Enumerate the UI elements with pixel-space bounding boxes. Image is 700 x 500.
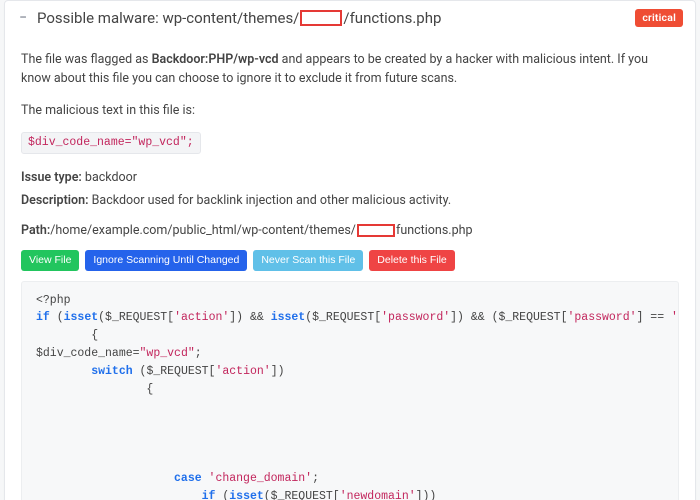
description-row: Description: Backdoor used for backlink … (21, 191, 679, 210)
ignore-button[interactable]: Ignore Scanning Until Changed (85, 250, 247, 271)
title-prefix: Possible malware: wp-content/themes/ (37, 9, 299, 27)
description-value: Backdoor used for backlink injection and… (89, 193, 452, 208)
redacted-theme-name (300, 10, 342, 26)
redacted-path-segment (357, 224, 395, 237)
card-body: The file was flagged as Backdoor:PHP/wp-… (5, 36, 695, 500)
malicious-snippet: $div_code_name="wp_vcd"; (21, 132, 201, 154)
issue-type-value: backdoor (82, 170, 137, 185)
malicious-text-label: The malicious text in this file is: (21, 101, 679, 120)
path-row: Path: /home/example.com/public_html/wp-c… (21, 221, 679, 240)
card-header: − Possible malware: wp-content/themes/ /… (5, 1, 695, 36)
path-label: Path: (21, 221, 50, 240)
path-prefix: /home/example.com/public_html/wp-content… (50, 221, 356, 240)
collapse-icon[interactable]: − (13, 10, 33, 26)
issue-type-label: Issue type: (21, 170, 82, 185)
severity-badge: critical (635, 9, 683, 27)
view-file-button[interactable]: View File (21, 250, 79, 271)
scan-result-card: − Possible malware: wp-content/themes/ /… (4, 0, 696, 500)
malware-name: Backdoor:PHP/wp-vcd (152, 52, 279, 67)
action-buttons: View File Ignore Scanning Until Changed … (21, 250, 679, 271)
title-suffix: /functions.php (343, 9, 441, 27)
delete-file-button[interactable]: Delete this File (369, 250, 454, 271)
description-label: Description: (21, 193, 89, 208)
card-title: Possible malware: wp-content/themes/ /fu… (37, 9, 635, 27)
path-suffix: functions.php (396, 221, 473, 240)
flag-description: The file was flagged as Backdoor:PHP/wp-… (21, 50, 679, 89)
never-scan-button[interactable]: Never Scan this File (253, 250, 363, 271)
code-preview: <?php if (isset($_REQUEST['action']) && … (21, 281, 679, 500)
issue-type-row: Issue type: backdoor (21, 168, 679, 187)
